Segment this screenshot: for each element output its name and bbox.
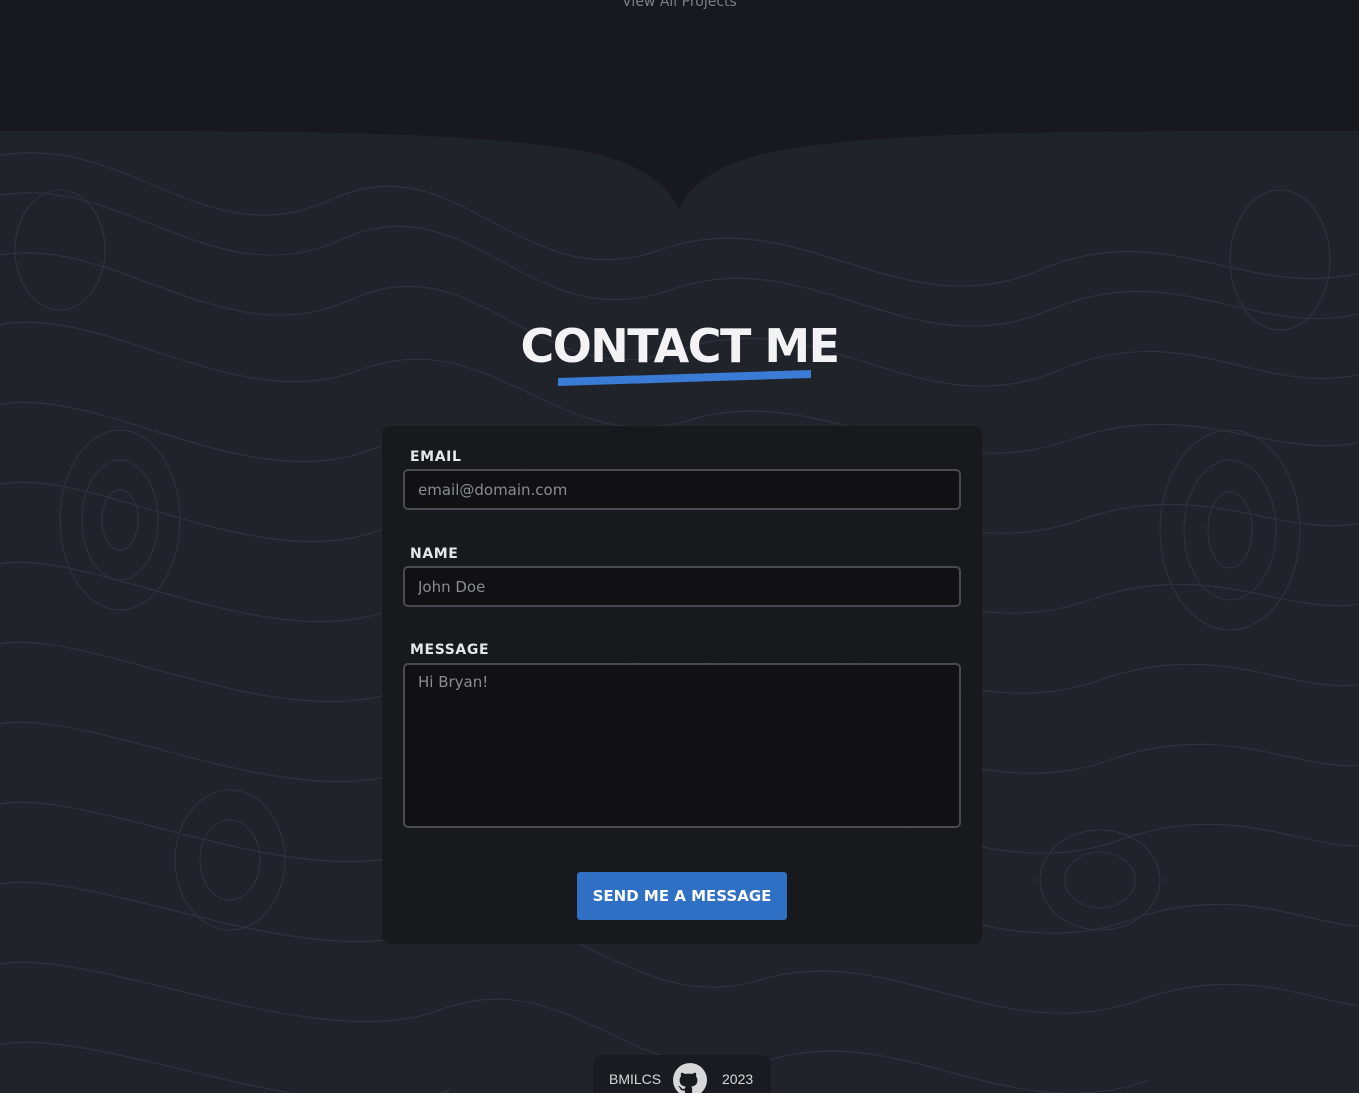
page: View All Projects CONTACT ME EMAIL NAME … xyxy=(0,0,1359,1093)
top-section-divider xyxy=(0,0,1359,208)
name-label: NAME xyxy=(410,546,459,562)
contact-form: EMAIL NAME MESSAGE SEND ME A MESSAGE xyxy=(382,426,982,944)
send-message-button[interactable]: SEND ME A MESSAGE xyxy=(577,872,787,920)
email-field[interactable] xyxy=(403,469,961,510)
view-all-projects-link[interactable]: View All Projects xyxy=(0,0,1359,10)
name-field[interactable] xyxy=(403,566,961,607)
footer-year: 2023 xyxy=(722,1071,754,1087)
email-label: EMAIL xyxy=(410,449,462,465)
message-field[interactable] xyxy=(403,663,961,828)
heading-underline xyxy=(558,370,811,386)
contact-heading-wrap: CONTACT ME xyxy=(0,318,1359,374)
github-icon[interactable] xyxy=(673,1063,707,1093)
contact-heading: CONTACT ME xyxy=(520,319,840,373)
footer-brand: BMILCS xyxy=(609,1071,662,1087)
message-label: MESSAGE xyxy=(410,642,490,658)
footer: BMILCS 2023 xyxy=(593,1055,771,1093)
